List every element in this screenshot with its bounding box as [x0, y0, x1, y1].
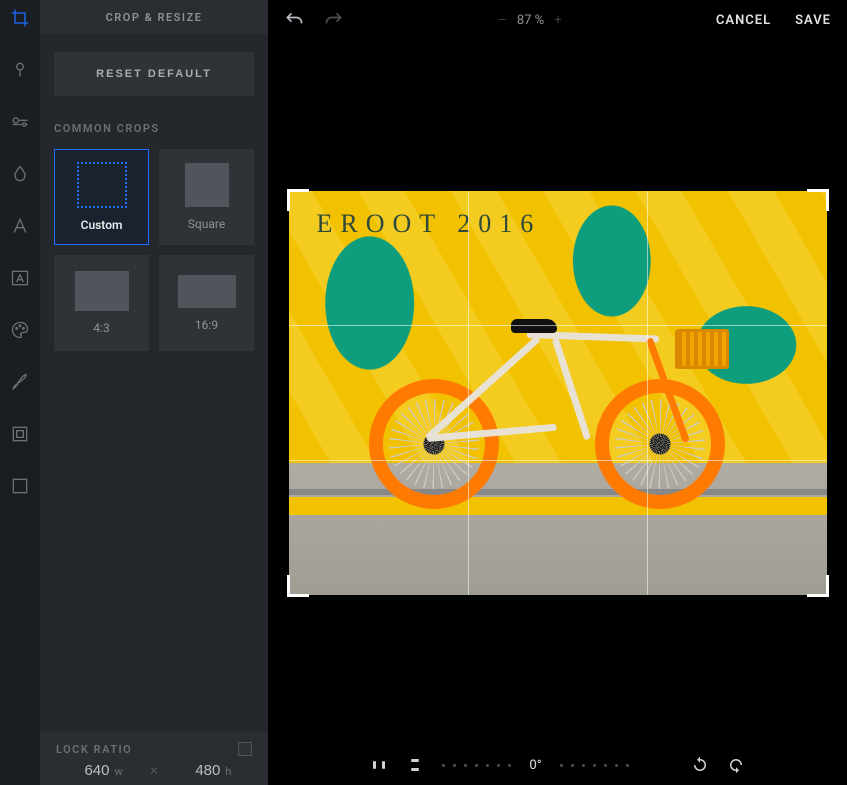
zoom-display: – 87 % +	[344, 13, 716, 28]
tool-text[interactable]	[8, 214, 32, 238]
height-input[interactable]	[186, 762, 220, 779]
crop-preset-label: 4:3	[93, 321, 109, 335]
angle-slider-left[interactable]	[442, 764, 511, 767]
app-root: CROP & RESIZE RESET DEFAULT COMMON CROPS…	[0, 0, 847, 785]
crop-handle-top-left[interactable]	[287, 189, 309, 211]
rotate-left-button[interactable]	[691, 756, 709, 774]
zoom-value: 87 %	[517, 13, 544, 28]
wall-graffiti-text: EROOT 2016	[317, 209, 542, 239]
crop-preset-custom[interactable]: Custom	[54, 149, 149, 245]
crop-preset-square[interactable]: Square	[159, 149, 254, 245]
tool-tune[interactable]	[8, 110, 32, 134]
tool-text-mask[interactable]	[8, 266, 32, 290]
crop-preset-label: Custom	[81, 218, 123, 232]
crop-thumb-custom-icon	[77, 162, 127, 208]
rotation-angle-value: 0°	[529, 758, 541, 773]
common-crops-label: COMMON CROPS	[54, 122, 254, 135]
crop-handle-bottom-right[interactable]	[807, 575, 829, 597]
save-button[interactable]: SAVE	[795, 13, 831, 28]
flip-horizontal-button[interactable]	[370, 756, 388, 774]
crop-preset-grid: Custom Square 4:3 16:9	[54, 149, 254, 351]
lock-ratio-checkbox[interactable]	[238, 742, 252, 756]
main-area: – 87 % + CANCEL SAVE EROOT 2016	[268, 0, 847, 785]
crop-thumb-16-9-icon	[178, 275, 236, 308]
tool-crop[interactable]	[8, 6, 32, 30]
reset-default-button[interactable]: RESET DEFAULT	[54, 52, 254, 96]
tool-brush[interactable]	[8, 370, 32, 394]
tool-adjust[interactable]	[8, 58, 32, 82]
photo-content: EROOT 2016	[289, 191, 827, 595]
rotate-right-button[interactable]	[727, 756, 745, 774]
zoom-out-button[interactable]: –	[498, 13, 507, 28]
width-input[interactable]	[75, 762, 109, 779]
tool-frame[interactable]	[8, 422, 32, 446]
canvas-wrap: EROOT 2016	[268, 40, 847, 745]
redo-button[interactable]	[324, 10, 344, 30]
flip-vertical-button[interactable]	[406, 756, 424, 774]
zoom-in-button[interactable]: +	[554, 13, 561, 28]
angle-slider-right[interactable]	[560, 764, 629, 767]
dimension-separator-icon: ×	[150, 763, 157, 779]
crop-thumb-4-3-icon	[75, 271, 129, 311]
tool-canvas[interactable]	[8, 474, 32, 498]
lock-ratio-row: LOCK RATIO w × h	[40, 732, 268, 785]
panel-title: CROP & RESIZE	[40, 0, 268, 34]
crop-preset-16-9[interactable]: 16:9	[159, 255, 254, 351]
crop-viewport[interactable]: EROOT 2016	[289, 191, 827, 595]
height-unit: h	[225, 765, 231, 778]
panel-body: RESET DEFAULT COMMON CROPS Custom Square…	[40, 34, 268, 785]
width-unit: w	[114, 765, 122, 778]
width-group: w	[56, 762, 142, 779]
crop-thumb-square-icon	[185, 163, 229, 207]
bottom-bar: 0°	[268, 745, 847, 785]
undo-button[interactable]	[284, 10, 304, 30]
tool-paint[interactable]	[8, 318, 32, 342]
height-group: h	[166, 762, 252, 779]
crop-preset-4-3[interactable]: 4:3	[54, 255, 149, 351]
sidebar-panel: CROP & RESIZE RESET DEFAULT COMMON CROPS…	[40, 0, 268, 785]
crop-preset-label: Square	[188, 217, 225, 231]
cancel-button[interactable]: CANCEL	[716, 13, 771, 28]
crop-handle-bottom-left[interactable]	[287, 575, 309, 597]
tool-liquify[interactable]	[8, 162, 32, 186]
crop-handle-top-right[interactable]	[807, 189, 829, 211]
top-bar: – 87 % + CANCEL SAVE	[268, 0, 847, 40]
lock-ratio-label: LOCK RATIO	[56, 743, 132, 756]
tool-rail	[0, 0, 40, 785]
crop-preset-label: 16:9	[195, 318, 218, 332]
